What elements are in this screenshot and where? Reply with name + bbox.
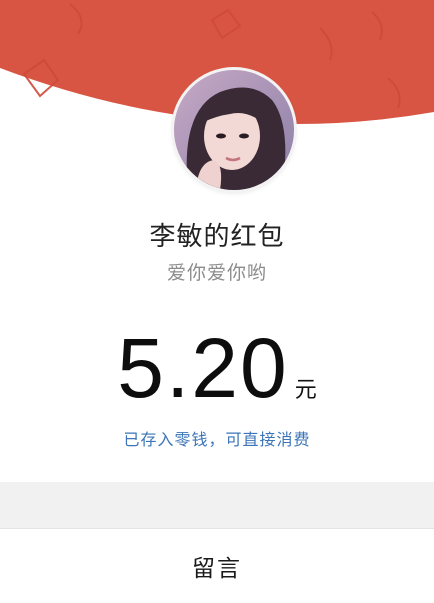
red-envelope-title: 李敏的红包 — [149, 222, 285, 252]
amount-value: 5.20 — [117, 321, 289, 415]
saved-to-balance-link[interactable]: 已存入零钱，可直接消费 — [0, 426, 434, 450]
amount-unit: 元 — [294, 378, 317, 403]
leave-message-button[interactable]: 留言 — [192, 549, 242, 583]
sender-avatar — [174, 70, 294, 190]
amount-display: 5.20 元 — [0, 326, 434, 410]
avatar-photo — [174, 70, 294, 190]
reply-bar: 留言 — [0, 528, 434, 603]
section-divider — [0, 482, 434, 528]
greeting-message: 爱你爱你哟 — [166, 262, 267, 284]
